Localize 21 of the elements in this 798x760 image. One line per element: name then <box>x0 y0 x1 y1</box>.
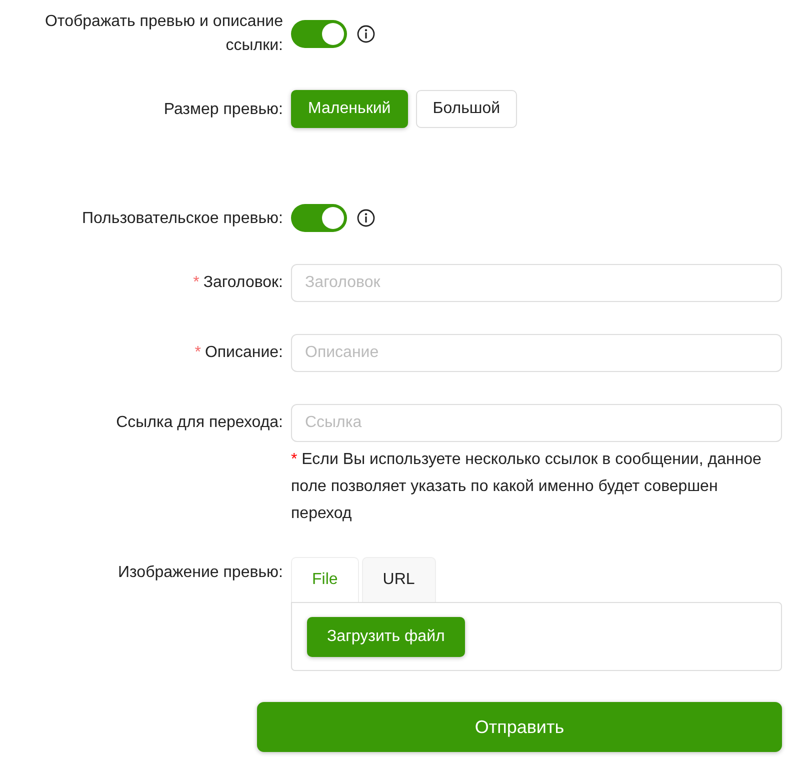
field-label: * Заголовок: <box>193 274 283 291</box>
tab[interactable]: File <box>291 557 359 602</box>
hint-text: * Если Вы используете несколько ссылок в сообщении, данное поле позволяет указать по какой именно будет совершен переход <box>291 450 762 524</box>
submit-button[interactable]: Отправить <box>257 702 782 752</box>
toggle-switch[interactable] <box>291 20 347 48</box>
size-option-button[interactable]: Большой <box>416 90 518 128</box>
info-icon[interactable] <box>357 209 375 227</box>
input-field[interactable]: Описание <box>291 334 782 372</box>
field-label: Пользовательское превью: <box>82 210 283 227</box>
input-field[interactable]: Ссылка <box>291 404 782 442</box>
input-field[interactable]: Заголовок <box>291 264 782 302</box>
field-label: Размер превью: <box>164 101 283 118</box>
field-label: Изображение превью: <box>118 564 283 581</box>
field-label: Отображать превью и описание ссылки: <box>44 13 283 54</box>
info-icon[interactable] <box>357 25 375 43</box>
field-label: Ссылка для перехода: <box>116 414 283 431</box>
upload-button[interactable]: Загрузить файл <box>307 617 465 657</box>
size-option-button[interactable]: Маленький <box>291 90 408 128</box>
toggle-switch[interactable] <box>291 204 347 232</box>
field-label: * Описание: <box>194 344 283 361</box>
tab[interactable]: URL <box>362 557 436 602</box>
